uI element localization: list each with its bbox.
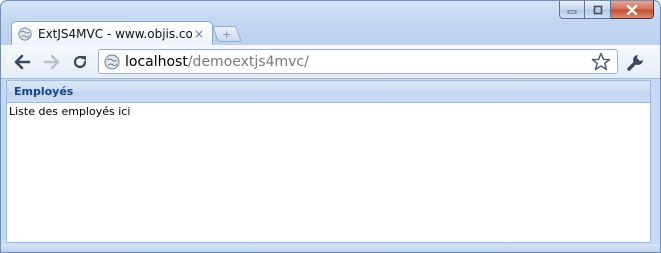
close-window-button[interactable] [611, 1, 654, 19]
plus-icon: + [222, 27, 232, 41]
wrench-icon[interactable] [626, 52, 646, 72]
employees-list-placeholder: Liste des employés ici [9, 105, 131, 118]
maximize-button[interactable] [585, 1, 611, 19]
page-viewport: Employés Liste des employés ici [6, 80, 651, 243]
new-tab-button[interactable]: + [212, 26, 242, 42]
reload-button[interactable] [69, 51, 91, 73]
maximize-icon [593, 5, 602, 14]
page-info-globe-icon[interactable] [104, 54, 120, 70]
window-controls [559, 1, 654, 19]
minimize-icon [567, 10, 577, 13]
employees-panel-body: Liste des employés ici [7, 103, 650, 120]
forward-arrow-icon [43, 54, 60, 70]
globe-icon [18, 26, 32, 41]
minimize-button[interactable] [559, 1, 585, 19]
reload-icon [73, 55, 87, 69]
back-arrow-icon [14, 54, 31, 70]
window-bottom-frame [1, 244, 660, 252]
address-bar[interactable]: localhost/demoextjs4mvc/ [98, 49, 618, 74]
employees-panel-header: Employés [7, 81, 650, 103]
tab-title: ExtJS4MVC - www.objis.com [38, 26, 192, 41]
tab-close-icon[interactable]: × [194, 27, 204, 41]
panel-title: Employés [14, 85, 74, 98]
url-host: localhost [125, 53, 188, 70]
close-icon [626, 4, 638, 15]
browser-toolbar: localhost/demoextjs4mvc/ [1, 45, 660, 79]
browser-tab[interactable]: ExtJS4MVC - www.objis.com × [11, 21, 213, 45]
star-icon[interactable] [591, 52, 611, 72]
back-button[interactable] [11, 51, 33, 73]
browser-window: ExtJS4MVC - www.objis.com × + localhost … [0, 0, 661, 253]
url-path: /demoextjs4mvc/ [187, 53, 309, 70]
forward-button[interactable] [41, 51, 63, 73]
